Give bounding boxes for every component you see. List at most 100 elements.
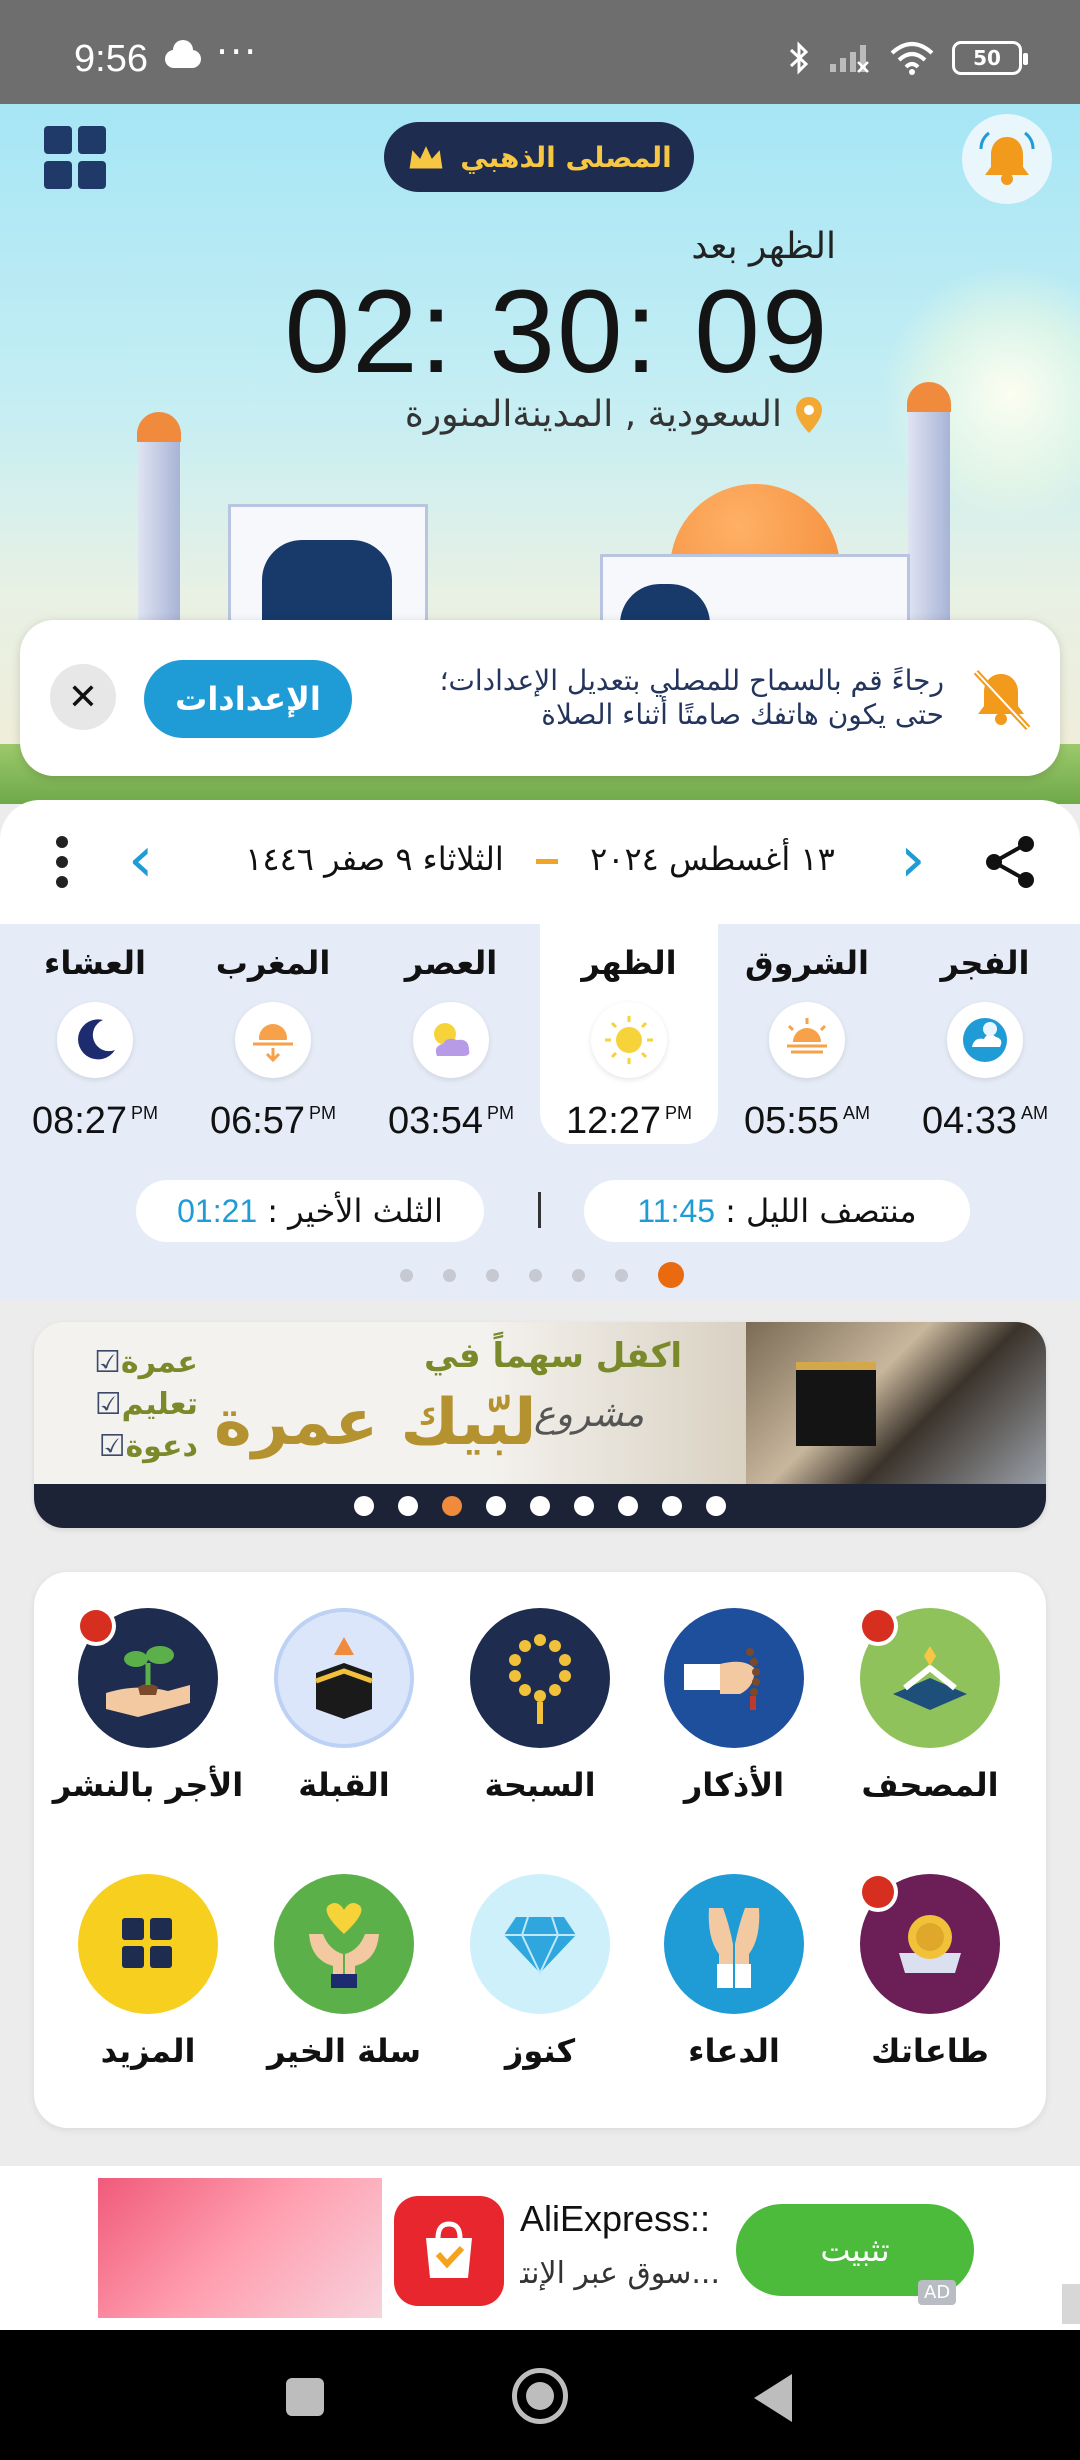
adhan-bell-button[interactable] — [962, 114, 1052, 204]
feature-deeds[interactable]: طاعاتك — [832, 1874, 1028, 2094]
new-badge — [862, 1876, 894, 1908]
umrah-banner[interactable]: اكفل سهماً في مشروع لبّيك عمرة عمرة☑ تعل… — [34, 1322, 1046, 1528]
apps-grid-button[interactable] — [44, 126, 108, 190]
feature-treasures[interactable]: كنوز — [442, 1874, 638, 2094]
banner-carousel-dots — [34, 1484, 1046, 1528]
date-separator — [535, 858, 558, 864]
status-bar: 9:56 ··· 50 — [0, 0, 1080, 104]
crown-icon — [408, 143, 444, 170]
carousel-dot[interactable] — [706, 1496, 726, 1516]
next-day-arrow-icon[interactable]: › — [900, 828, 926, 892]
prev-day-arrow-icon[interactable]: ‹ — [128, 828, 154, 892]
prayer-isha[interactable]: العشاء 08:27 PM — [6, 924, 184, 1144]
recent-apps-icon[interactable] — [286, 2378, 324, 2416]
dhikr-hand-icon — [664, 1608, 804, 1748]
features-grid: المصحف الأذكار السبحة القبلة الأجر بالنش… — [34, 1572, 1046, 2128]
new-badge — [80, 1610, 112, 1642]
banner-photo — [746, 1322, 1046, 1484]
fajr-cloud-moon-icon — [947, 1002, 1023, 1078]
bell-icon — [979, 131, 1035, 185]
check-icon: ☑ — [94, 1345, 121, 1380]
carousel-dot[interactable] — [398, 1496, 418, 1516]
heart-hands-icon — [274, 1874, 414, 2014]
share-icon[interactable] — [980, 832, 1040, 892]
next-prayer-label: الظهر بعد — [691, 226, 836, 267]
prayer-maghrib[interactable]: المغرب 06:57 PM — [184, 924, 362, 1144]
prayer-asr[interactable]: العصر 03:54 PM — [362, 924, 540, 1144]
last-third-label: الثلث الأخير : — [267, 1192, 443, 1230]
signal-icon — [830, 45, 869, 73]
carousel-dot[interactable] — [354, 1496, 374, 1516]
close-icon: ✕ — [67, 676, 99, 718]
diamond-icon — [470, 1874, 610, 2014]
carousel-dot[interactable] — [618, 1496, 638, 1516]
check-icon: ☑ — [94, 1387, 122, 1422]
premium-label: المصلى الذهبي — [460, 140, 672, 174]
feature-adhkar[interactable]: الأذكار — [636, 1608, 832, 1828]
location-row[interactable]: السعودية , المدينةالمنورة — [405, 394, 824, 435]
sun-icon — [591, 1002, 667, 1078]
sunrise-icon — [769, 1002, 845, 1078]
pager-dot[interactable] — [529, 1268, 542, 1282]
carousel-dot[interactable] — [662, 1496, 682, 1516]
notice-line-1: رجاءً قم بالسماح للمصلي بتعديل الإعدادات… — [439, 664, 944, 697]
ad-corner-marker — [1062, 2284, 1080, 2324]
last-third-value: 01:21 — [177, 1192, 258, 1229]
carousel-dot[interactable] — [574, 1496, 594, 1516]
more-grid-icon — [78, 1874, 218, 2014]
pager-dot[interactable] — [615, 1268, 628, 1282]
left-minaret-cap — [137, 412, 181, 442]
location-pin-icon — [796, 396, 822, 433]
bluetooth-icon — [789, 41, 809, 75]
more-notifications-icon: ··· — [216, 30, 259, 74]
hijri-date: الثلاثاء ٩ صفر ١٤٤٦ — [245, 840, 504, 878]
pager-dot[interactable] — [400, 1268, 413, 1282]
feature-tasbih[interactable]: السبحة — [442, 1608, 638, 1828]
banner-checklist: عمرة☑ تعليم☑ دعوة☑ — [94, 1345, 198, 1464]
date-bar: ‹ ١٣ أغسطس ٢٠٢٤ الثلاثاء ٩ صفر ١٤٤٦ › — [0, 800, 1080, 924]
silent-mode-notice: ✕ الإعدادات رجاءً قم بالسماح للمصلي بتعد… — [20, 620, 1060, 776]
prayer-countdown: 02: 30: 09 — [284, 266, 830, 398]
home-icon[interactable] — [512, 2368, 568, 2424]
settings-button[interactable]: الإعدادات — [144, 660, 352, 738]
plant-hand-icon — [78, 1608, 218, 1748]
wifi-icon — [890, 42, 934, 75]
carousel-dot-active[interactable] — [442, 1496, 462, 1516]
prayer-sunrise[interactable]: الشروق 05:55 AM — [718, 924, 896, 1144]
more-options-icon[interactable] — [56, 836, 70, 888]
ad-label: AD — [918, 2280, 957, 2305]
carousel-dot[interactable] — [486, 1496, 506, 1516]
feature-share-reward[interactable]: الأجر بالنشر — [50, 1608, 246, 1828]
feature-dua[interactable]: الدعاء — [636, 1874, 832, 2094]
medal-icon — [860, 1874, 1000, 2014]
pager-dot[interactable] — [486, 1268, 499, 1282]
back-icon[interactable] — [754, 2374, 792, 2422]
battery-icon: 50 — [952, 41, 1028, 75]
ad-title: AliExpress:: — [520, 2198, 711, 2239]
praying-hands-icon — [664, 1874, 804, 2014]
feature-qibla[interactable]: القبلة — [246, 1608, 442, 1828]
qibla-kaaba-icon — [274, 1608, 414, 1748]
system-nav-bar — [0, 2330, 1080, 2460]
close-notice-button[interactable]: ✕ — [50, 664, 116, 730]
clock: 9:56 — [74, 38, 148, 80]
prayer-times-strip: الفجر 04:33 AM الشروق 05:55 AM الظهر 12:27… — [0, 924, 1080, 1150]
golden-premium-badge[interactable]: المصلى الذهبي — [384, 122, 694, 192]
ad-banner[interactable]: AliExpress:: ...سوق عبر الإنتر تثبيت AD — [0, 2166, 1080, 2330]
feature-quran[interactable]: المصحف — [832, 1608, 1028, 1828]
prayer-dhuhr[interactable]: الظهر 12:27 PM — [540, 924, 718, 1144]
pager-dot[interactable] — [443, 1268, 456, 1282]
quran-icon — [860, 1608, 1000, 1748]
notice-line-2: حتى يكون هاتفك صامتًا أثناء الصلاة — [541, 698, 944, 731]
carousel-dot[interactable] — [530, 1496, 550, 1516]
gregorian-date: ١٣ أغسطس ٢٠٢٤ — [590, 840, 835, 878]
pager-dot[interactable] — [572, 1268, 585, 1282]
feature-more[interactable]: المزيد — [50, 1874, 246, 2094]
feature-charity-basket[interactable]: سلة الخير — [246, 1874, 442, 2094]
last-third-pill: الثلث الأخير : 01:21 — [136, 1180, 484, 1242]
check-icon: ☑ — [98, 1429, 126, 1464]
midnight-value: 11:45 — [637, 1192, 716, 1229]
prayer-fajr[interactable]: الفجر 04:33 AM — [896, 924, 1074, 1144]
pager-dot-active[interactable] — [658, 1262, 684, 1288]
apps-grid-icon — [44, 126, 72, 154]
